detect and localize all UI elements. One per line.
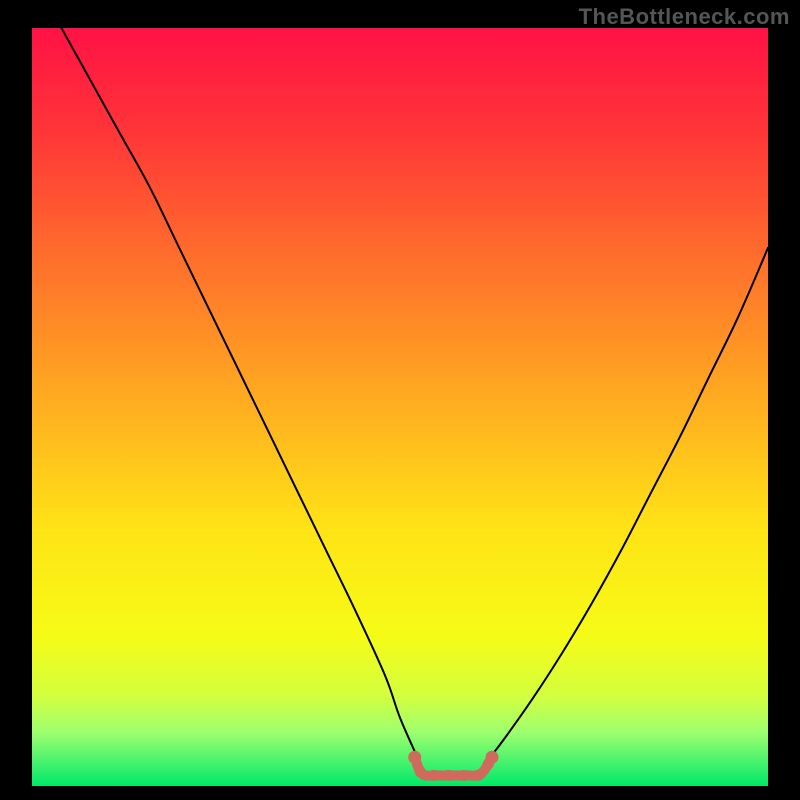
plot-area — [32, 28, 768, 786]
gradient-background — [32, 28, 768, 786]
chart-frame: TheBottleneck.com — [0, 0, 800, 800]
bottleneck-chart — [32, 28, 768, 786]
trough-endcap-0 — [408, 751, 421, 764]
watermark-text: TheBottleneck.com — [579, 4, 790, 30]
trough-endcap-1 — [486, 751, 499, 764]
